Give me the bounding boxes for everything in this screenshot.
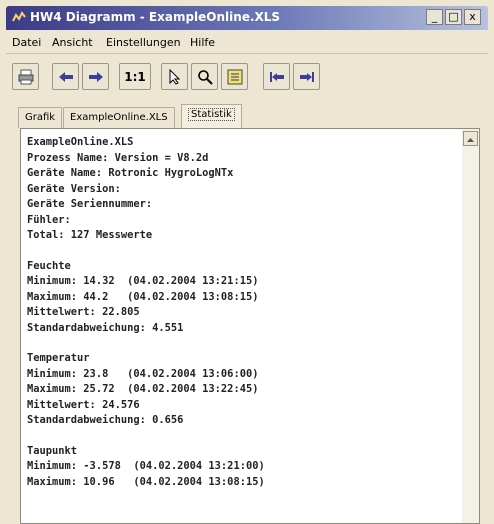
feuchte-heading: Feuchte xyxy=(27,259,71,272)
magnifier-icon xyxy=(198,70,213,85)
print-button[interactable] xyxy=(12,63,39,90)
menu-einstellungen[interactable]: Einstellungen xyxy=(106,36,181,49)
feuchte-maximum: Maximum: 44.2 (04.02.2004 13:08:15) xyxy=(27,290,259,303)
temperatur-stddev: Standardabweichung: 0.656 xyxy=(27,414,184,426)
print-icon xyxy=(18,69,34,85)
process-name: Prozess Name: Version = V8.2d xyxy=(27,151,209,164)
feuchte-minimum: Minimum: 14.32 (04.02.2004 13:21:15) xyxy=(27,275,259,287)
taupunkt-heading: Taupunkt xyxy=(27,444,78,457)
tab-statistik[interactable]: Statistik xyxy=(181,104,242,128)
temperatur-minimum: Minimum: 23.8 (04.02.2004 13:06:00) xyxy=(27,367,259,380)
jump-end-button[interactable] xyxy=(293,63,320,90)
device-serial: Geräte Seriennummer: xyxy=(27,198,153,210)
prev-button[interactable] xyxy=(52,63,79,90)
tab-bar: Grafik ExampleOnline.XLS Statistik xyxy=(18,104,488,129)
temperatur-mean: Mittelwert: 24.576 xyxy=(27,398,140,411)
chevron-up-icon xyxy=(467,138,474,142)
zoom-reset-label: 1:1 xyxy=(124,70,146,84)
tab-grafik[interactable]: Grafik xyxy=(18,107,63,128)
next-button[interactable] xyxy=(82,63,109,90)
window-title: HW4 Diagramm - ExampleOnline.XLS xyxy=(30,10,281,24)
app-icon xyxy=(12,11,26,22)
taupunkt-maximum: Maximum: 10.96 (04.02.2004 13:08:15) xyxy=(27,475,265,488)
vertical-scrollbar[interactable] xyxy=(462,129,479,523)
device-version: Geräte Version: xyxy=(27,182,121,195)
menu-ansicht[interactable]: Ansicht xyxy=(52,36,93,49)
file-name: ExampleOnline.XLS xyxy=(27,136,134,148)
menu-datei[interactable]: Datei xyxy=(12,36,41,49)
pointer-icon xyxy=(169,69,181,85)
feuchte-mean: Mittelwert: 22.805 xyxy=(27,306,140,318)
zoom-reset-button[interactable]: 1:1 xyxy=(119,63,151,90)
legend-button[interactable] xyxy=(221,63,248,90)
arrow-left-icon xyxy=(59,72,73,82)
jump-start-icon xyxy=(270,72,284,82)
jump-start-button[interactable] xyxy=(263,63,290,90)
minimize-button[interactable]: _ xyxy=(426,9,443,25)
statistics-panel: ExampleOnline.XLS Prozess Name: Version … xyxy=(20,128,480,524)
device-name: Geräte Name: Rotronic HygroLogNTx xyxy=(27,167,234,179)
pointer-button[interactable] xyxy=(161,63,188,90)
menu-bar: Datei Ansicht Einstellungen Hilfe xyxy=(6,31,488,54)
title-bar[interactable]: HW4 Diagramm - ExampleOnline.XLS _ □ x xyxy=(6,6,488,30)
scroll-up-button[interactable] xyxy=(463,131,478,146)
close-button[interactable]: x xyxy=(464,9,481,25)
statistics-text[interactable]: ExampleOnline.XLS Prozess Name: Version … xyxy=(27,135,457,490)
feuchte-stddev: Standardabweichung: 4.551 xyxy=(27,321,184,334)
arrow-right-icon xyxy=(89,72,103,82)
jump-end-icon xyxy=(300,72,314,82)
tab-exampleonline[interactable]: ExampleOnline.XLS xyxy=(63,107,175,128)
zoom-button[interactable] xyxy=(191,63,218,90)
menu-hilfe[interactable]: Hilfe xyxy=(190,36,215,49)
maximize-button[interactable]: □ xyxy=(445,9,462,25)
temperatur-heading: Temperatur xyxy=(27,352,90,364)
toolbar: 1:1 xyxy=(6,58,488,96)
taupunkt-minimum: Minimum: -3.578 (04.02.2004 13:21:00) xyxy=(27,460,265,472)
legend-icon xyxy=(227,69,243,85)
temperatur-maximum: Maximum: 25.72 (04.02.2004 13:22:45) xyxy=(27,383,259,395)
total-values: Total: 127 Messwerte xyxy=(27,229,153,241)
sensor: Fühler: xyxy=(27,213,71,226)
app-window: HW4 Diagramm - ExampleOnline.XLS _ □ x D… xyxy=(0,0,494,524)
